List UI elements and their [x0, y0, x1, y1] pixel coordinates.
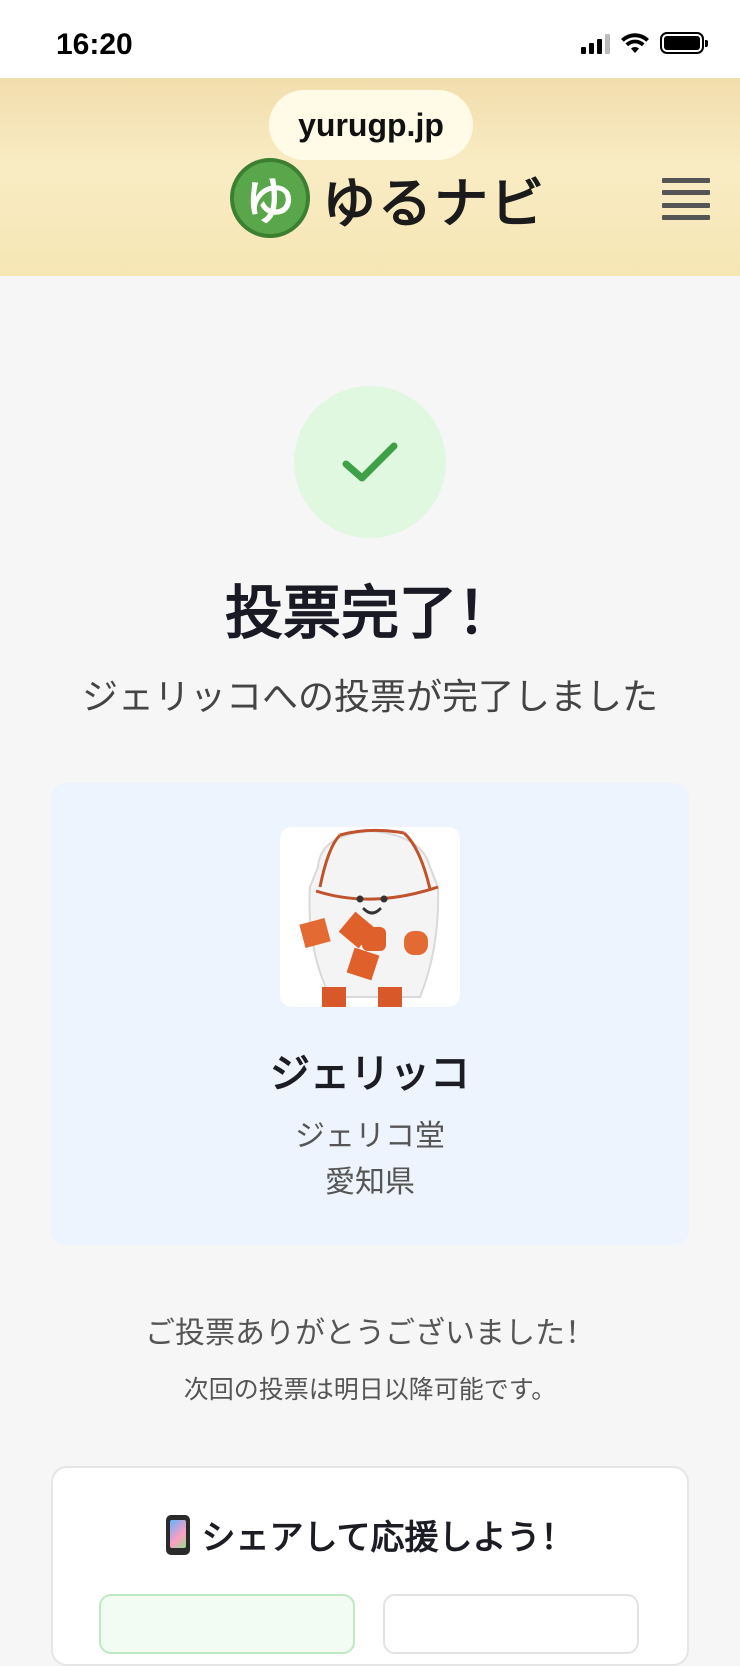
character-prefecture: 愛知県 — [325, 1165, 415, 1200]
thanks-message: ご投票ありがとうございました！ — [145, 1316, 595, 1351]
logo-text: ゆるナビ — [322, 171, 546, 235]
url-bar[interactable]: yurugp.jp — [269, 90, 473, 160]
page-subtitle: ジェリッコへの投票が完了しました — [81, 677, 658, 718]
battery-icon — [660, 32, 708, 54]
share-button-secondary[interactable] — [383, 1594, 639, 1654]
next-vote-note: 次回の投票は明日以降可能です。 — [183, 1375, 557, 1404]
share-button-primary[interactable] — [99, 1594, 355, 1654]
character-organization: ジェリコ堂 — [295, 1119, 445, 1154]
site-logo[interactable]: ゆ ゆるナビ — [230, 158, 546, 238]
mobile-phone-icon — [165, 1514, 190, 1555]
logo-mark-icon: ゆ — [230, 158, 310, 238]
character-image — [280, 827, 460, 1007]
share-card: シェアして応援しよう！ — [51, 1466, 689, 1666]
cellular-signal-icon — [581, 32, 610, 54]
success-check-icon — [294, 386, 446, 538]
share-title-text: シェアして応援しよう！ — [201, 1518, 575, 1558]
share-heading: シェアして応援しよう！ — [53, 1510, 687, 1559]
character-name: ジェリッコ — [270, 1051, 470, 1097]
hamburger-menu-icon[interactable] — [662, 174, 710, 224]
status-icons — [581, 32, 708, 54]
wifi-icon — [621, 33, 649, 53]
character-card: ジェリッコ ジェリコ堂 愛知県 — [51, 783, 689, 1245]
status-time: 16:20 — [56, 28, 133, 61]
page-title: 投票完了！ — [224, 579, 515, 647]
site-header: yurugp.jp ゆ ゆるナビ — [0, 78, 740, 276]
status-bar: 16:20 — [0, 0, 740, 78]
